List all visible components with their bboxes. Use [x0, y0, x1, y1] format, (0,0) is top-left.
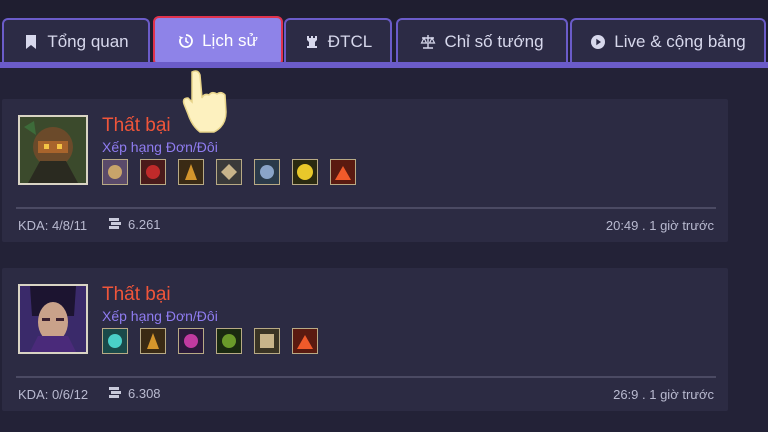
item-slot [216, 159, 242, 185]
gold-stat: 6.261 [108, 216, 161, 233]
tab-dtcl[interactable]: ĐTCL [284, 18, 392, 64]
gold-value: 6.308 [128, 386, 161, 401]
item-slot [216, 328, 242, 354]
tab-underline [0, 62, 768, 68]
rook-icon [304, 34, 320, 50]
champion-portrait [18, 284, 88, 354]
item-slot [330, 159, 356, 185]
divider [16, 207, 716, 209]
tab-label: Chỉ số tướng [444, 32, 544, 51]
tab-label: Live & cộng bảng [614, 32, 746, 51]
tab-live[interactable]: Live & cộng bảng [570, 18, 766, 64]
pointing-hand-icon [176, 68, 246, 138]
champion-portrait [18, 115, 88, 185]
gold-value: 6.261 [128, 217, 161, 232]
item-list [102, 159, 356, 187]
history-icon [178, 33, 194, 49]
item-slot [102, 328, 128, 354]
match-time: 26:9 . 1 giờ trước [613, 387, 714, 402]
coin-stack-icon [108, 216, 122, 233]
item-slot [254, 159, 280, 185]
tab-champion-stats[interactable]: Chỉ số tướng [396, 18, 568, 64]
play-circle-icon [590, 34, 606, 50]
kda-stat: KDA: 0/6/12 [18, 387, 89, 402]
match-card[interactable]: Thất bại Xếp hạng Đơn/Đôi KDA: 0/6/12 6.… [2, 268, 728, 411]
tab-history[interactable]: Lịch sử [153, 16, 283, 66]
match-card[interactable]: Thất bại Xếp hạng Đơn/Đôi KDA: 4/8/11 6.… [2, 99, 728, 242]
tab-overview[interactable]: Tổng quan [2, 18, 150, 64]
coin-stack-icon [108, 385, 122, 402]
item-slot [102, 159, 128, 185]
divider [16, 376, 716, 378]
item-slot [292, 328, 318, 354]
match-time: 20:49 . 1 giờ trước [605, 218, 714, 233]
tab-label: Lịch sử [202, 31, 258, 50]
item-slot [178, 328, 204, 354]
item-slot [292, 159, 318, 185]
queue-type: Xếp hạng Đơn/Đôi [102, 139, 218, 155]
tab-label: Tổng quan [47, 32, 129, 51]
kda-stat: KDA: 4/8/11 [18, 218, 88, 233]
gold-stat: 6.308 [108, 385, 161, 402]
item-slot [140, 159, 166, 185]
item-slot [178, 159, 204, 185]
scale-icon [420, 34, 436, 50]
item-slot [254, 328, 280, 354]
tab-label: ĐTCL [327, 32, 373, 51]
item-slot [140, 328, 166, 354]
queue-type: Xếp hạng Đơn/Đôi [102, 308, 218, 324]
bookmark-icon [23, 34, 39, 50]
item-list [102, 328, 318, 356]
match-result: Thất bại [102, 115, 171, 136]
match-result: Thất bại [102, 284, 171, 305]
